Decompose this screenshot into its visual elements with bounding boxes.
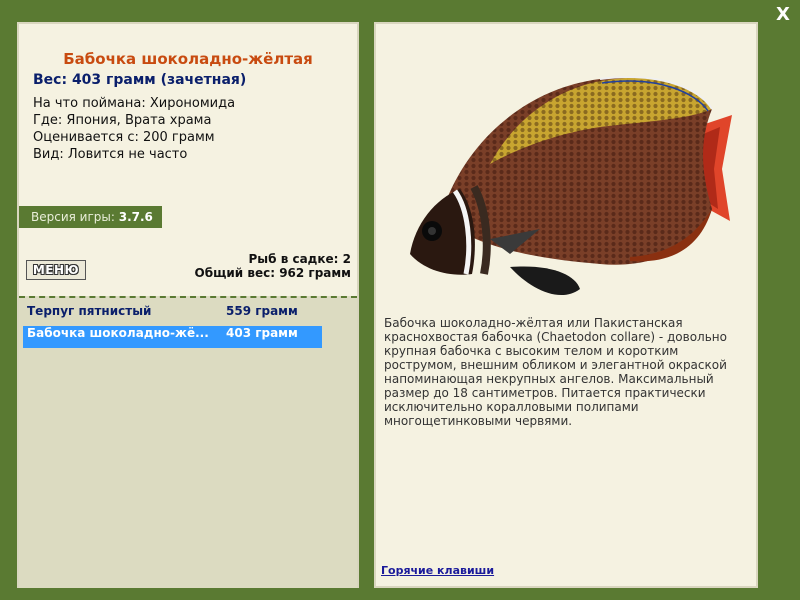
version-badge: Версия игры: 3.7.6	[19, 206, 162, 228]
rarity: Вид: Ловится не часто	[33, 147, 188, 162]
fish-image	[400, 49, 740, 309]
menu-button-label[interactable]: МЕНЮ	[33, 263, 79, 277]
close-button[interactable]: X	[773, 5, 793, 25]
list-item[interactable]: Терпуг пятнистый 559 грамм	[23, 304, 322, 326]
fish-info-panel: Бабочка шоколадно-жёлтая Вес: 403 грамм …	[17, 22, 359, 588]
list-item-selected[interactable]: Бабочка шоколадно-жё... 403 грамм	[23, 326, 322, 348]
valued-from: Оценивается с: 200 грамм	[33, 130, 215, 145]
list-item-name: Бабочка шоколадно-жё...	[27, 326, 209, 340]
fish-description: Бабочка шоколадно-жёлтая или Пакистанска…	[384, 316, 727, 428]
version-value: 3.7.6	[118, 210, 153, 224]
list-item-weight: 559 грамм	[226, 304, 298, 318]
version-label: Версия игры:	[31, 210, 119, 224]
keepnet-list: Терпуг пятнистый 559 грамм Бабочка шокол…	[19, 296, 357, 588]
hotkeys-link[interactable]: Горячие клавиши	[381, 564, 494, 577]
menu-button[interactable]: МЕНЮ	[26, 260, 86, 280]
caught-on: На что поймана: Хирономида	[33, 96, 236, 111]
list-item-name: Терпуг пятнистый	[27, 304, 152, 318]
catch-location: Где: Япония, Врата храма	[33, 113, 212, 128]
fish-illustration	[410, 76, 732, 296]
keepnet-count: Рыб в садке: 2	[248, 252, 352, 266]
fish-weight: Вес: 403 грамм (зачетная)	[33, 72, 247, 88]
fish-title: Бабочка шоколадно-жёлтая	[63, 50, 313, 68]
fish-detail-panel: Бабочка шоколадно-жёлтая или Пакистанска…	[374, 22, 758, 588]
keepnet-total-weight: Общий вес: 962 грамм	[194, 266, 351, 280]
close-icon[interactable]: X	[776, 4, 790, 25]
list-item-weight: 403 грамм	[226, 326, 298, 340]
